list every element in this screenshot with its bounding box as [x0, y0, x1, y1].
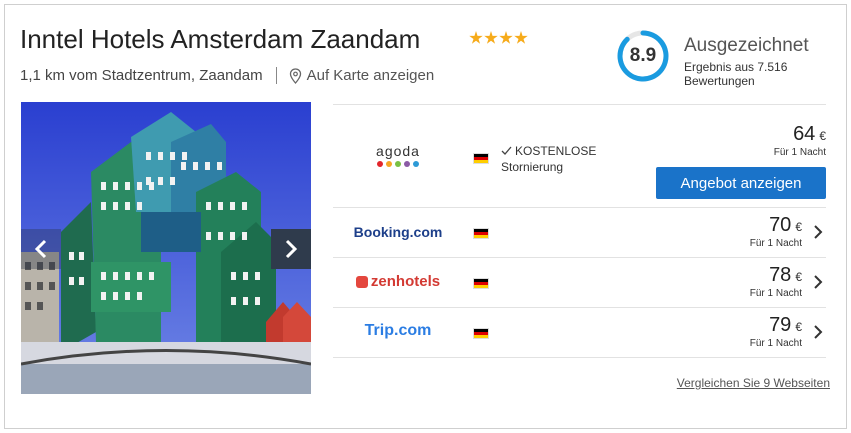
zenhotels-logo: zenhotels	[333, 273, 463, 290]
rating-label: Ausgezeichnet	[684, 35, 809, 56]
chevron-right-icon[interactable]	[812, 223, 824, 241]
chevron-right-icon	[285, 239, 298, 259]
germany-flag-icon	[473, 228, 489, 239]
chevron-left-icon	[34, 239, 47, 259]
review-count[interactable]: Ergebnis aus 7.516 Bewertungen	[684, 60, 814, 88]
per-night-label: Für 1 Nacht	[749, 238, 802, 249]
star-icon	[499, 31, 513, 44]
trip-logo: Trip.com	[333, 322, 463, 340]
compare-sites-link[interactable]: Vergleichen Sie 9 Webseiten	[677, 376, 830, 390]
free-cancellation: KOSTENLOSE Stornierung	[501, 143, 596, 175]
booking-logo: Booking.com	[333, 224, 463, 240]
check-icon	[501, 146, 512, 155]
offer-row-agoda[interactable]: agoda KOSTENLOSE Stornierung 64 € Für 1 N…	[333, 105, 826, 208]
star-icon	[484, 31, 498, 44]
map-link[interactable]: Auf Karte anzeigen	[307, 67, 435, 84]
star-icon	[514, 31, 528, 44]
agoda-logo: agoda	[333, 143, 463, 167]
germany-flag-icon	[473, 278, 489, 289]
currency: €	[795, 220, 802, 234]
cancellation-label: KOSTENLOSE	[515, 144, 597, 158]
provider-name: zenhotels	[370, 273, 441, 290]
agoda-dots-icon	[377, 161, 419, 167]
price-amount: 78	[769, 264, 792, 286]
price: 70 € Für 1 Nacht	[750, 214, 802, 249]
per-night-label: Für 1 Nacht	[749, 338, 802, 349]
currency: €	[795, 320, 802, 334]
distance-text: 1,1 km vom Stadtzentrum, Zaandam	[20, 67, 263, 84]
view-deal-button[interactable]: Angebot anzeigen	[656, 167, 826, 199]
star-rating	[469, 31, 528, 45]
price: 78 € Für 1 Nacht	[750, 264, 802, 299]
provider-name: Booking.com	[353, 224, 443, 240]
gallery-next-button[interactable]	[271, 229, 311, 269]
cancellation-label-2: Stornierung	[501, 160, 564, 174]
hotel-building-image	[21, 102, 311, 394]
offer-row-trip[interactable]: Trip.com 79 € Für 1 Nacht	[333, 308, 826, 358]
per-night-label: Für 1 Nacht	[749, 288, 802, 299]
chevron-right-icon[interactable]	[812, 273, 824, 291]
currency: €	[795, 270, 802, 284]
provider-name: Trip.com	[364, 322, 432, 339]
price: 64 € Für 1 Nacht	[774, 123, 826, 158]
price-amount: 64	[793, 123, 816, 145]
star-icon	[469, 31, 483, 44]
chevron-right-icon[interactable]	[812, 323, 824, 341]
divider	[275, 67, 277, 84]
price: 79 € Für 1 Nacht	[750, 314, 802, 349]
germany-flag-icon	[473, 153, 489, 164]
offer-row-booking[interactable]: Booking.com 70 € Für 1 Nacht	[333, 208, 826, 258]
map-pin-icon	[289, 67, 301, 84]
price-amount: 79	[769, 314, 792, 336]
hotel-name[interactable]: Inntel Hotels Amsterdam Zaandam	[20, 24, 420, 55]
price-amount: 70	[769, 214, 792, 236]
zenhotels-icon	[355, 275, 368, 288]
per-night-label: Für 1 Nacht	[773, 147, 826, 158]
location-line: 1,1 km vom Stadtzentrum, Zaandam Auf Kar…	[20, 67, 434, 84]
rating-score: 8.9	[629, 45, 657, 66]
offer-row-zenhotels[interactable]: zenhotels 78 € Für 1 Nacht	[333, 258, 826, 308]
currency: €	[819, 129, 826, 143]
hotel-photo[interactable]	[21, 102, 311, 394]
gallery-prev-button[interactable]	[21, 229, 61, 269]
germany-flag-icon	[473, 328, 489, 339]
offers-list: agoda KOSTENLOSE Stornierung 64 € Für 1 N…	[333, 104, 826, 358]
provider-name: agoda	[376, 143, 420, 159]
